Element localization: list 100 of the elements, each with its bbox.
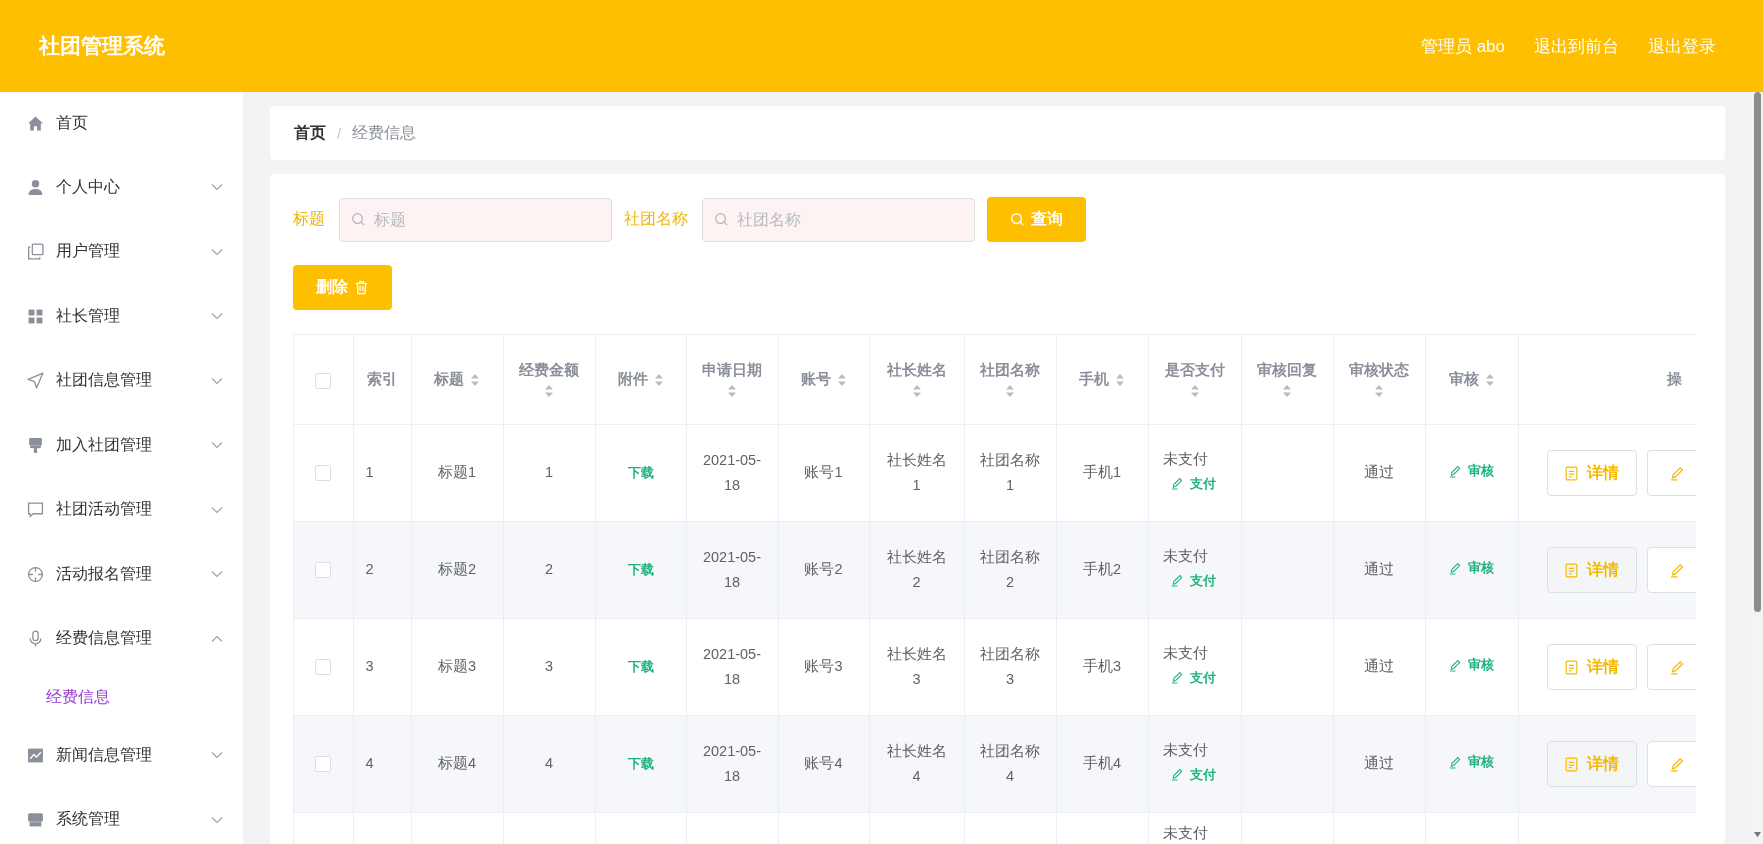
table-cell: 社团名称3 [980, 645, 1040, 687]
menu-item[interactable]: 个人中心 [0, 155, 243, 220]
search-field[interactable]: 社团名称 [702, 197, 975, 242]
table-cell: 社长姓名2 [886, 548, 947, 590]
menu-label: 用户管理 [56, 241, 121, 262]
sort-icon[interactable] [1374, 384, 1384, 398]
query-button[interactable]: 查询 [987, 197, 1086, 242]
sort-icon[interactable] [727, 384, 737, 398]
menu-item[interactable]: 首页 [0, 92, 243, 155]
menu-label: 社团信息管理 [56, 370, 153, 391]
search-icon [1010, 212, 1025, 227]
column-header: 经费金额 [519, 361, 579, 380]
document-icon [1564, 562, 1579, 578]
audit-link[interactable]: 审核 [1449, 459, 1494, 483]
row-checkbox[interactable] [315, 465, 332, 482]
audit-link[interactable]: 审核 [1449, 556, 1494, 580]
menu-item[interactable]: 活动报名管理 [0, 542, 243, 607]
grid-icon [27, 307, 44, 325]
menu-item[interactable]: 社团信息管理 [0, 348, 243, 413]
submenu-item[interactable]: 经费信息 [0, 671, 243, 723]
detail-button[interactable]: 详情 [1546, 741, 1637, 787]
table-cell: 1 [365, 464, 374, 481]
download-link[interactable]: 下载 [627, 659, 654, 675]
table-cell: 手机4 [1082, 755, 1122, 772]
table-cell: 2 [365, 561, 374, 578]
menu-label: 社长管理 [56, 305, 121, 326]
pencil-icon [1669, 562, 1685, 578]
menu-label: 活动报名管理 [56, 563, 153, 584]
menu-item[interactable]: 新闻信息管理 [0, 723, 243, 788]
sort-icon[interactable] [1189, 384, 1200, 398]
sort-icon[interactable] [544, 384, 554, 398]
header-link[interactable]: 退出登录 [1648, 34, 1716, 58]
detail-button[interactable]: 详情 [1546, 450, 1637, 496]
menu-item[interactable]: 社团活动管理 [0, 477, 243, 542]
row-checkbox[interactable] [315, 562, 332, 579]
menu-label: 系统管理 [56, 809, 121, 830]
menu-item[interactable]: 经费信息管理 [0, 606, 243, 671]
sort-icon[interactable] [653, 372, 664, 387]
sort-icon[interactable] [1005, 384, 1015, 398]
row-checkbox[interactable] [315, 659, 332, 676]
sort-icon[interactable] [1282, 384, 1292, 398]
send-icon [27, 372, 44, 390]
header-link[interactable]: 管理员 abo [1420, 34, 1505, 58]
sort-icon[interactable] [1484, 372, 1495, 387]
sort-icon[interactable] [1115, 372, 1125, 387]
menu-label: 个人中心 [56, 176, 121, 197]
sort-icon[interactable] [836, 372, 847, 387]
menu-item[interactable]: 加入社团管理 [0, 413, 243, 478]
box-icon [27, 811, 44, 829]
menu-label: 首页 [56, 113, 89, 133]
search-icon [351, 211, 366, 227]
download-link[interactable]: 下载 [627, 465, 654, 481]
audit-link[interactable]: 审核 [1449, 653, 1494, 677]
table-cell-text: 未支付 [1162, 741, 1209, 761]
pay-link[interactable]: 支付 [1170, 569, 1216, 593]
detail-button[interactable]: 详情 [1546, 547, 1637, 593]
table-cell: 2021-05-18 [702, 742, 761, 784]
row-checkbox[interactable] [315, 756, 332, 773]
search-field[interactable]: 标题 [339, 197, 612, 242]
select-all-checkbox[interactable] [315, 372, 332, 389]
breadcrumb-separator: / [337, 124, 342, 142]
trash-icon [354, 280, 369, 295]
audit-link[interactable]: 审核 [1449, 750, 1494, 774]
pencil-icon [1669, 659, 1685, 675]
table-cell-text: 未支付 [1162, 547, 1209, 567]
table-cell: 社长姓名4 [886, 742, 947, 784]
table-cell: 3 [365, 658, 374, 675]
table-cell: 社团名称4 [980, 742, 1040, 784]
table-cell: 社团名称1 [980, 451, 1040, 493]
table-cell: 标题3 [437, 658, 477, 675]
sort-icon[interactable] [911, 384, 922, 398]
detail-button[interactable]: 详情 [1546, 644, 1637, 690]
copy-icon [27, 243, 44, 261]
scrollbar-thumb[interactable] [1754, 92, 1761, 612]
column-header: 审核 [1448, 370, 1479, 389]
table-cell: 2021-05-18 [702, 645, 761, 687]
download-link[interactable]: 下载 [627, 756, 654, 772]
download-link[interactable]: 下载 [627, 562, 654, 578]
header-link[interactable]: 退出到前台 [1534, 34, 1619, 58]
table-cell: 通过 [1364, 561, 1394, 578]
table-cell: 账号4 [804, 755, 843, 772]
column-header: 账号 [800, 370, 831, 389]
column-header: 是否支付 [1164, 361, 1225, 380]
pay-link[interactable]: 支付 [1170, 666, 1216, 690]
column-header: 标题 [434, 370, 464, 389]
pay-link[interactable]: 支付 [1170, 763, 1216, 787]
table-cell: 1 [544, 464, 554, 481]
menu-item[interactable]: 用户管理 [0, 219, 243, 284]
person-icon [27, 178, 44, 196]
table-cell: 通过 [1364, 755, 1394, 772]
table-cell: 通过 [1364, 464, 1394, 481]
breadcrumb-item[interactable]: 首页 [294, 122, 326, 144]
pencil-icon [1449, 658, 1462, 672]
pay-link[interactable]: 支付 [1170, 472, 1216, 496]
scroll-down-icon[interactable] [1753, 831, 1762, 838]
table-cell: 2021-05-18 [702, 451, 761, 493]
menu-item[interactable]: 系统管理 [0, 787, 243, 844]
sort-icon[interactable] [470, 372, 480, 387]
delete-button[interactable]: 删除 [293, 265, 392, 310]
menu-item[interactable]: 社长管理 [0, 284, 243, 349]
